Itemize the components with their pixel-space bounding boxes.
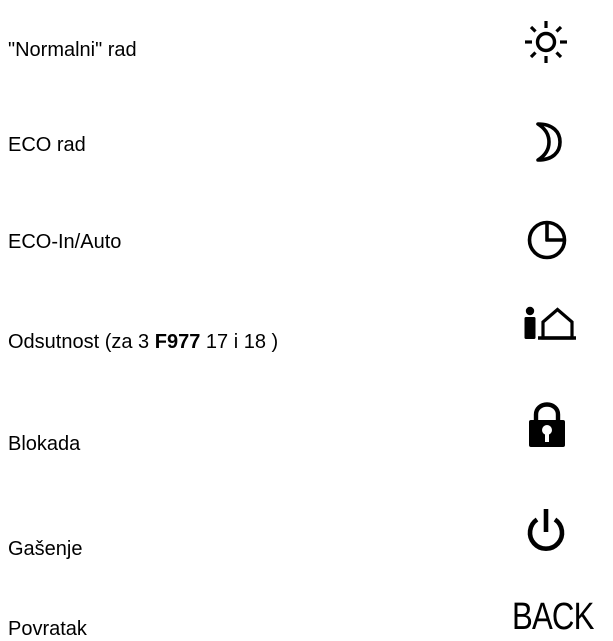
sun-icon [525, 21, 567, 63]
away-label-text: Odsutnost (za 3 [8, 331, 155, 353]
mode-label-eco: ECO rad [8, 134, 86, 156]
mode-label-back: Povratak [8, 618, 87, 640]
mode-label-lock: Blokada [8, 433, 81, 455]
person-away-house-icon [524, 306, 576, 340]
padlock-icon [529, 402, 565, 447]
back-icon: BACK [512, 596, 594, 638]
moon-icon [536, 122, 562, 162]
away-label-code: F977 [154, 331, 201, 353]
mode-label-eco-in-auto: ECO-In/Auto [8, 231, 122, 253]
away-label-rest: 17 i 18 ) [200, 331, 279, 353]
power-icon [527, 509, 565, 551]
clock-icon [527, 220, 567, 260]
mode-label-away: Odsutnost (za 3 F977 17 i 18 ) [8, 330, 278, 354]
mode-label-power-off: Gašenje [8, 538, 83, 560]
mode-label-normal: "Normalni" rad [8, 39, 137, 61]
